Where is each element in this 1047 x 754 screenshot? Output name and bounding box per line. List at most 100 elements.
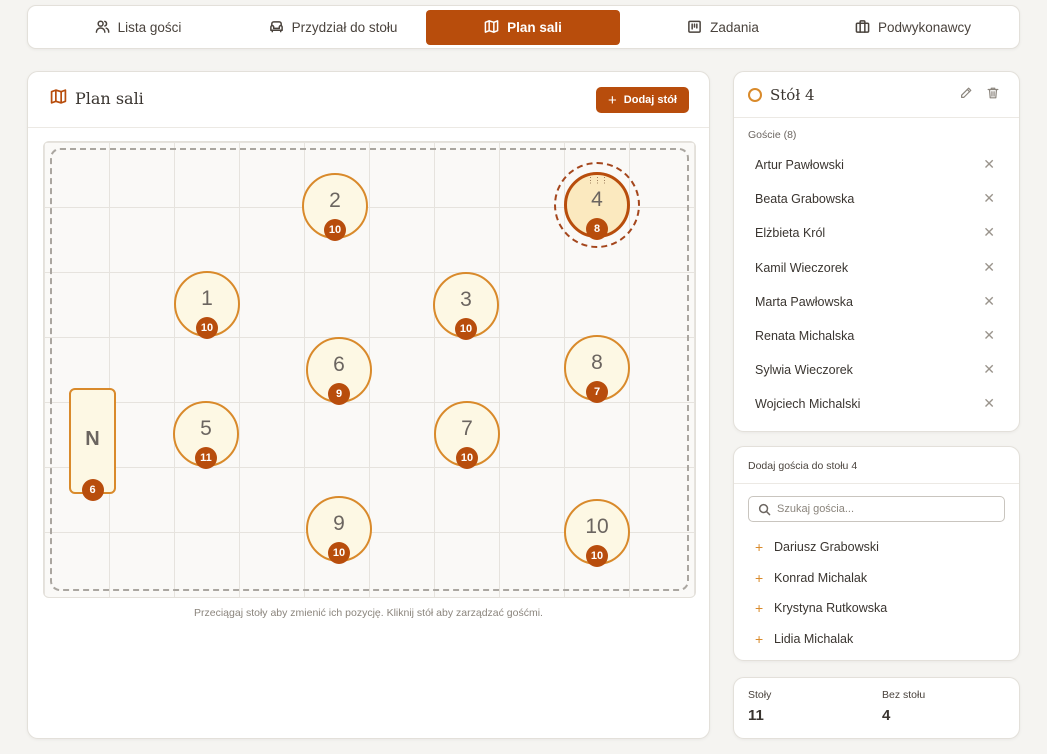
add-table-button[interactable]: + Dodaj stół — [596, 87, 689, 113]
guest-search-box — [748, 496, 1005, 522]
table-1[interactable]: 1 10 — [174, 271, 240, 339]
guest-count-badge: 10 — [455, 318, 477, 340]
tab-guest-list[interactable]: Lista gości — [63, 10, 213, 45]
candidate-row[interactable]: + Krystyna Rutkowska — [734, 594, 1019, 625]
add-icon: + — [755, 539, 764, 555]
remove-guest-icon[interactable]: ✕ — [983, 293, 995, 310]
guest-count-badge: 10 — [456, 447, 478, 469]
calendar-icon — [687, 19, 702, 37]
add-table-label: Dodaj stół — [623, 94, 677, 106]
candidate-name: Krystyna Rutkowska — [774, 601, 888, 616]
table-number: 1 — [201, 287, 213, 310]
guest-count-badge: 10 — [586, 545, 608, 567]
add-icon: + — [755, 631, 764, 648]
remove-guest-icon[interactable]: ✕ — [983, 224, 995, 241]
tab-subcontractors[interactable]: Podwykonawcy — [838, 10, 988, 45]
table-number: N — [85, 428, 100, 450]
table-details-card: Stół 4 Goście (8) Artur Pawłowski ✕ Beata… — [733, 71, 1020, 432]
tables-count-label: Stoły — [748, 689, 772, 701]
assigned-guest-list: Artur Pawłowski ✕ Beata Grabowska ✕ Elżbie… — [734, 148, 1019, 422]
plus-icon: + — [608, 91, 617, 109]
add-icon: + — [755, 600, 764, 617]
guest-count-badge: 7 — [586, 381, 608, 403]
edit-table-button[interactable] — [959, 86, 975, 102]
table-8[interactable]: 8 7 — [564, 335, 630, 403]
add-guest-title: Dodaj gościa do stołu 4 — [748, 460, 858, 472]
remove-guest-icon[interactable]: ✕ — [983, 156, 995, 173]
guest-name: Wojciech Michalski — [755, 397, 861, 412]
table-details-title: Stół 4 — [748, 86, 815, 104]
tab-floor-plan[interactable]: Plan sali — [426, 10, 620, 45]
unassigned-count-label: Bez stołu — [882, 689, 926, 701]
briefcase-icon — [855, 19, 870, 37]
table-3[interactable]: 3 10 — [433, 272, 499, 340]
candidate-guest-list: + Dariusz Grabowski + Konrad Michalak + Kry… — [734, 533, 1019, 656]
main-nav: Lista gości Przydział do stołu Plan sali… — [27, 5, 1020, 49]
guest-name: Elżbieta Król — [755, 226, 826, 241]
users-icon — [95, 19, 110, 37]
candidate-name: Lidia Michalak — [774, 632, 854, 647]
tab-tasks[interactable]: Zadania — [648, 10, 798, 45]
floor-plan-header: Plan sali + Dodaj stół — [28, 72, 709, 128]
table-number: 9 — [333, 512, 345, 535]
remove-guest-icon[interactable]: ✕ — [983, 327, 995, 344]
selected-table-name: Stół 4 — [770, 86, 815, 104]
table-number: 7 — [461, 417, 473, 440]
table-2[interactable]: 2 10 — [302, 173, 368, 241]
floor-plan-title: Plan sali — [50, 88, 144, 109]
table-4[interactable]: ⋮⋮⋮ 4 8 — [564, 172, 630, 240]
floor-plan-hint: Przeciągaj stoły aby zmienić ich pozycję… — [194, 607, 543, 619]
table-number: 10 — [585, 515, 609, 538]
pencil-icon — [959, 87, 973, 104]
round-table-icon — [748, 88, 762, 102]
table-6[interactable]: 6 9 — [306, 337, 372, 405]
tab-label: Plan sali — [507, 20, 562, 35]
guest-name: Artur Pawłowski — [755, 158, 844, 172]
guest-count-badge: 10 — [324, 219, 346, 241]
remove-guest-icon[interactable]: ✕ — [983, 395, 995, 412]
guest-row: Artur Pawłowski ✕ — [734, 148, 1019, 182]
unassigned-count-value: 4 — [882, 707, 891, 724]
tab-label: Zadania — [710, 20, 759, 35]
candidate-row[interactable]: + Lidia Michalak — [734, 625, 1019, 656]
table-number: 2 — [329, 189, 341, 212]
table-9[interactable]: 9 10 — [306, 496, 372, 564]
page-title: Plan sali — [75, 89, 144, 108]
guest-count-badge: 6 — [81, 479, 104, 501]
candidate-row[interactable]: + Konrad Michalak — [734, 564, 1019, 595]
guest-row: Kamil Wieczorek ✕ — [734, 251, 1019, 285]
remove-guest-icon[interactable]: ✕ — [983, 361, 995, 378]
add-guest-card: Dodaj gościa do stołu 4 + Dariusz Grabows… — [733, 446, 1020, 661]
delete-table-button[interactable] — [986, 86, 1002, 102]
guest-search-input[interactable] — [777, 497, 997, 521]
table-10[interactable]: 10 10 — [564, 499, 630, 567]
table-number: 4 — [591, 188, 603, 211]
tab-label: Podwykonawcy — [877, 20, 972, 35]
guest-name: Beata Grabowska — [755, 192, 855, 207]
guest-count-badge: 10 — [328, 542, 350, 564]
tab-label: Lista gości — [117, 20, 182, 35]
guest-row: Beata Grabowska ✕ — [734, 182, 1019, 216]
remove-guest-icon[interactable]: ✕ — [983, 190, 995, 207]
candidate-name: Konrad Michalak — [774, 570, 868, 585]
table-number: 5 — [200, 417, 212, 440]
guest-count-badge: 9 — [328, 383, 350, 405]
guest-name: Renata Michalska — [755, 328, 855, 343]
tables-count-value: 11 — [748, 707, 764, 724]
guest-row: Marta Pawłowska ✕ — [734, 285, 1019, 319]
add-guest-header: Dodaj gościa do stołu 4 — [734, 447, 1019, 484]
candidate-row[interactable]: + Dariusz Grabowski — [734, 533, 1019, 564]
map-icon — [484, 19, 499, 37]
table-details-header: Stół 4 — [734, 72, 1019, 118]
map-icon — [50, 88, 67, 109]
guest-row: Renata Michalska ✕ — [734, 319, 1019, 353]
tab-table-assignment[interactable]: Przydział do stołu — [233, 10, 433, 45]
table-7[interactable]: 7 10 — [434, 401, 500, 469]
drag-handle-icon[interactable]: ⋮⋮⋮ — [567, 177, 627, 185]
table-number: 6 — [333, 353, 345, 376]
guest-row: Elżbieta Król ✕ — [734, 216, 1019, 250]
guest-name: Marta Pawłowska — [755, 294, 853, 309]
table-5[interactable]: 5 11 — [173, 401, 239, 469]
head-table[interactable]: N 6 — [69, 388, 116, 501]
remove-guest-icon[interactable]: ✕ — [983, 259, 995, 276]
